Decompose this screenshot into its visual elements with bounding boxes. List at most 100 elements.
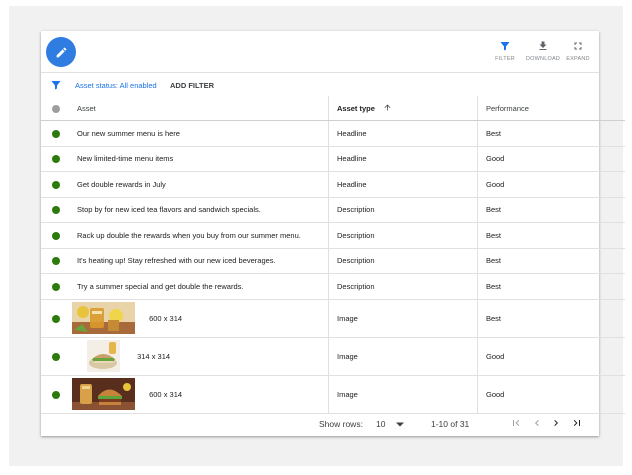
asset-type-cell: Image xyxy=(328,375,478,414)
rows-per-page-value: 10 xyxy=(376,419,386,429)
table-header-row: Asset Asset type Performance xyxy=(41,96,625,121)
last-page-icon[interactable] xyxy=(571,417,583,429)
asset-type-cell: Description xyxy=(328,197,478,223)
filter-icon xyxy=(500,42,510,51)
pencil-icon xyxy=(56,47,66,57)
image-dimensions: 600 x 314 xyxy=(149,313,183,323)
performance-cell: Good xyxy=(477,337,625,376)
first-page-icon[interactable] xyxy=(510,417,522,429)
filter-tool-button[interactable]: FILTER xyxy=(487,40,523,62)
enabled-status-dot xyxy=(52,129,60,138)
next-page-icon[interactable] xyxy=(550,417,562,429)
asset-image-cell: 314 x 314 xyxy=(69,337,329,376)
add-filter-button[interactable]: ADD FILTER xyxy=(170,81,214,90)
asset-cell: New limited-time menu items xyxy=(69,146,329,172)
status-cell xyxy=(41,171,69,198)
performance-cell: Good xyxy=(477,171,625,198)
status-cell xyxy=(41,337,69,376)
performance-cell: Best xyxy=(477,248,625,274)
enabled-status-dot xyxy=(52,155,60,164)
filter-tool-label: FILTER xyxy=(495,56,515,62)
status-cell xyxy=(41,120,69,147)
page-range-text: 1-10 of 31 xyxy=(431,419,470,429)
asset-type-cell: Headline xyxy=(328,120,478,147)
rows-per-page-select[interactable]: 10 xyxy=(376,417,404,431)
asset-type-cell: Image xyxy=(328,299,478,338)
table-row[interactable]: 314 x 314 Image Good xyxy=(41,337,625,376)
iced-tea-image[interactable] xyxy=(72,302,135,334)
status-cell xyxy=(41,197,69,223)
enabled-status-dot xyxy=(52,180,60,189)
expand-tool-label: EXPAND xyxy=(566,56,590,62)
performance-cell: Good xyxy=(477,146,625,172)
enabled-status-dot xyxy=(52,257,60,266)
image-dimensions: 314 x 314 xyxy=(137,351,171,361)
status-cell xyxy=(41,299,69,338)
performance-cell: Best xyxy=(477,197,625,223)
asset-table: Asset Asset type Performance Our new sum… xyxy=(41,96,625,414)
image-dimensions: 600 x 314 xyxy=(149,389,183,399)
performance-column-label: Performance xyxy=(486,103,529,113)
performance-cell: Best xyxy=(477,299,625,338)
status-cell xyxy=(41,222,69,249)
asset-column-label: Asset xyxy=(77,103,96,113)
sort-ascending-icon[interactable] xyxy=(383,103,392,112)
enabled-status-dot xyxy=(52,352,60,361)
performance-column-header[interactable]: Performance xyxy=(477,96,625,121)
performance-cell: Best xyxy=(477,273,625,300)
filter-bar-icon[interactable] xyxy=(50,79,62,91)
asset-cell: Our new summer menu is here xyxy=(69,120,329,147)
asset-type-cell: Headline xyxy=(328,171,478,198)
asset-cell: Try a summer special and get double the … xyxy=(69,273,329,300)
table-row[interactable]: Try a summer special and get double the … xyxy=(41,273,625,300)
download-tool-label: DOWNLOAD xyxy=(526,56,560,62)
enabled-status-dot xyxy=(52,314,60,323)
table-row[interactable]: New limited-time menu items Headline Goo… xyxy=(41,146,625,172)
burger-drink-image[interactable] xyxy=(72,378,135,410)
asset-status-filter-chip[interactable]: Asset status: All enabled xyxy=(75,81,157,90)
table-row[interactable]: Get double rewards in July Headline Good xyxy=(41,171,625,198)
enabled-status-dot xyxy=(52,231,60,240)
enabled-status-dot xyxy=(52,390,60,399)
status-cell xyxy=(41,248,69,274)
performance-cell: Good xyxy=(477,375,625,414)
expand-tool-button[interactable]: EXPAND xyxy=(560,40,596,62)
asset-cell: Stop by for new iced tea flavors and san… xyxy=(69,197,329,223)
status-cell xyxy=(41,375,69,414)
asset-table-card: FILTER DOWNLOAD EXPAND Asset status: All… xyxy=(41,31,625,436)
pagination-footer: Show rows: 10 1-10 of 31 xyxy=(41,411,599,436)
asset-cell: Get double rewards in July xyxy=(69,171,329,198)
asset-type-cell: Image xyxy=(328,337,478,376)
download-icon xyxy=(539,41,547,50)
asset-type-cell: Description xyxy=(328,273,478,300)
asset-type-cell: Description xyxy=(328,222,478,249)
table-row[interactable]: Stop by for new iced tea flavors and san… xyxy=(41,197,625,223)
asset-cell: Rack up double the rewards when you buy … xyxy=(69,222,329,249)
filter-bar: Asset status: All enabled ADD FILTER xyxy=(41,73,599,97)
status-cell xyxy=(41,273,69,300)
asset-cell: It's heating up! Stay refreshed with our… xyxy=(69,248,329,274)
table-row[interactable]: 600 x 314 Image Good xyxy=(41,375,625,414)
asset-image-cell: 600 x 314 xyxy=(69,375,329,414)
enabled-status-dot xyxy=(52,206,60,215)
table-row[interactable]: 600 x 314 Image Best xyxy=(41,299,625,338)
asset-type-cell: Description xyxy=(328,248,478,274)
table-row[interactable]: It's heating up! Stay refreshed with our… xyxy=(41,248,625,274)
download-tool-button[interactable]: DOWNLOAD xyxy=(525,40,561,62)
fullscreen-icon xyxy=(574,42,582,50)
performance-cell: Best xyxy=(477,222,625,249)
performance-cell: Best xyxy=(477,120,625,147)
enabled-status-dot xyxy=(52,282,60,291)
status-header-cell xyxy=(41,96,69,121)
table-row[interactable]: Our new summer menu is here Headline Bes… xyxy=(41,120,625,147)
status-cell xyxy=(41,146,69,172)
show-rows-label: Show rows: xyxy=(319,419,363,429)
table-row[interactable]: Rack up double the rewards when you buy … xyxy=(41,222,625,249)
previous-page-icon[interactable] xyxy=(531,417,543,429)
dropdown-arrow-icon xyxy=(396,422,404,427)
asset-image-cell: 600 x 314 xyxy=(69,299,329,338)
sandwich-image[interactable] xyxy=(87,340,120,372)
asset-type-column-header[interactable]: Asset type xyxy=(328,96,478,121)
asset-column-header[interactable]: Asset xyxy=(69,96,329,121)
edit-button[interactable] xyxy=(46,37,76,67)
